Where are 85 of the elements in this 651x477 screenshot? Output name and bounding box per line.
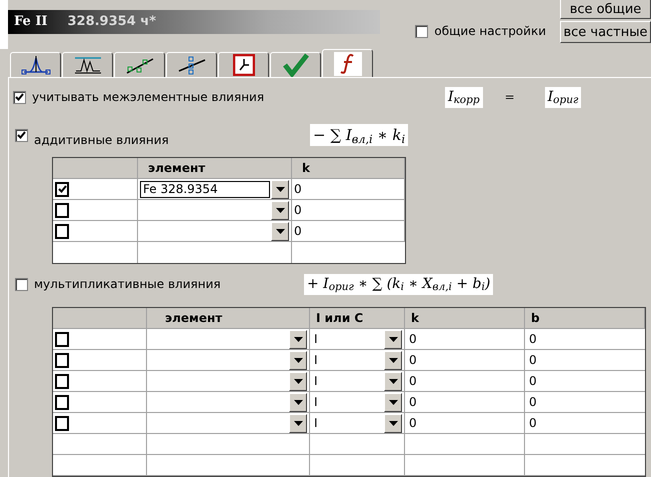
formula: + I$_{ориг}$ ∗ ∑ (k$_{i}$ ∗ X$_{вл,i}$ + b$_{i}$) (304, 274, 494, 294)
caret-down-icon (294, 420, 302, 426)
dropdown-button[interactable] (289, 350, 307, 370)
row-checkbox[interactable] (55, 332, 69, 346)
general-settings-checkbox[interactable] (415, 24, 428, 38)
tab[interactable] (62, 52, 113, 77)
mode-field[interactable]: I (312, 351, 384, 369)
dropdown-button[interactable] (289, 330, 307, 348)
additive-checkbox[interactable] (15, 128, 28, 142)
settings-button[interactable]: все общие (560, 0, 651, 19)
dropdown-button[interactable] (384, 392, 402, 412)
wavelength-label: 328.9354 ч* (67, 13, 156, 32)
column-header: b (530, 310, 540, 327)
column-header: I или C (315, 310, 364, 327)
row-checkbox[interactable] (55, 416, 69, 430)
mode-field[interactable]: I (312, 372, 384, 390)
mode-field[interactable]: I (312, 393, 384, 411)
table-cell-text: 0 (408, 373, 417, 390)
tab[interactable] (218, 52, 269, 77)
tab[interactable] (322, 49, 373, 77)
dropdown-button[interactable] (271, 200, 289, 220)
dropdown-button[interactable] (271, 222, 289, 240)
table-cell-text: 0 (408, 352, 417, 369)
checkbox-label: мультипликативные влияния (34, 276, 222, 293)
dropdown-button[interactable] (289, 372, 307, 390)
tab[interactable] (10, 52, 61, 77)
mode-field[interactable]: I (312, 414, 384, 432)
table-cell-text: 0 (408, 394, 417, 411)
dropdown-button[interactable] (289, 392, 307, 412)
table-cell-text: 0 (528, 415, 537, 432)
checkbox-label: учитывать межэлементные влияния (32, 89, 266, 106)
tab[interactable] (114, 52, 165, 77)
table-cell-text: 0 (528, 352, 537, 369)
formula: I$_{ориг}$ (544, 86, 582, 108)
interelement-checkbox[interactable] (13, 90, 26, 104)
row-checkbox[interactable] (55, 394, 69, 410)
table-cell-text: 0 (294, 181, 302, 198)
caret-down-icon (388, 420, 398, 426)
caret-down-icon (276, 186, 284, 192)
window-title: Fe II (14, 13, 48, 32)
row-checkbox[interactable] (55, 202, 69, 218)
caret-down-icon (276, 228, 284, 234)
column-header: k (301, 160, 310, 177)
table-cell-text: 0 (528, 394, 537, 411)
row-checkbox[interactable] (55, 352, 69, 368)
dropdown-button[interactable] (384, 414, 402, 432)
tab[interactable] (166, 52, 217, 77)
column-header: элемент (164, 310, 222, 327)
element-field[interactable]: Fe 328.9354 (140, 180, 270, 198)
dropdown-button[interactable] (271, 180, 289, 198)
checkbox-label: общие настройки (434, 23, 546, 40)
dropdown-button[interactable] (384, 350, 402, 370)
caret-down-icon (276, 208, 284, 212)
row-checkbox[interactable] (55, 224, 69, 238)
table-cell-text: 0 (408, 331, 417, 348)
checkmark-icon (282, 53, 310, 77)
formula: − ∑ I$_{вл,i}$ ∗ k$_{i}$ (310, 124, 408, 146)
dropdown-button[interactable] (384, 372, 402, 390)
mode-field[interactable]: I (312, 330, 384, 348)
column-header: элемент (147, 160, 206, 177)
checkbox-label: аддитивные влияния (34, 132, 170, 149)
row-checkbox[interactable] (55, 374, 69, 388)
table-cell-text: 0 (294, 202, 302, 219)
formula: I$_{корр}$ (445, 86, 483, 108)
dropdown-button[interactable] (289, 414, 307, 432)
caret-down-icon (388, 400, 398, 404)
line-points-icon (176, 54, 206, 76)
caret-down-icon (388, 336, 398, 342)
caret-down-icon (294, 378, 302, 384)
row-checkbox[interactable] (55, 182, 69, 196)
table-cell-text: 0 (294, 223, 302, 240)
dropdown-button[interactable] (384, 330, 402, 348)
caret-down-icon (388, 378, 398, 384)
table-cell-text: 0 (408, 415, 417, 432)
caret-down-icon (294, 336, 302, 342)
table-cell-text: 0 (528, 331, 537, 348)
caret-down-icon (388, 358, 398, 362)
multiplicative-checkbox[interactable] (15, 278, 28, 290)
settings-button[interactable]: все частные (560, 21, 651, 43)
table-cell-text: 0 (528, 373, 537, 390)
equals-sign: = (504, 89, 515, 106)
peak-icon (20, 54, 50, 76)
caret-down-icon (294, 358, 302, 362)
caret-down-icon (294, 400, 302, 404)
column-header: k (410, 310, 419, 327)
